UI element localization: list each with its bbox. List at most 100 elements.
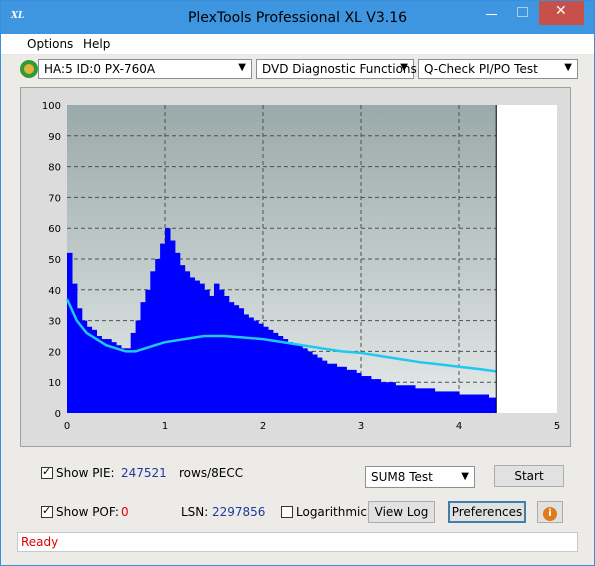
title-bar[interactable]: XL PlexTools Professional XL V3.16 ✕ [1, 1, 594, 34]
pie-bar [463, 394, 470, 413]
pie-bar [218, 289, 225, 413]
x-tick-label: 0 [64, 421, 70, 432]
app-window: XL PlexTools Professional XL V3.16 ✕ Opt… [0, 0, 595, 566]
y-tick-label: 60 [48, 224, 61, 235]
pie-bar [390, 382, 396, 413]
pie-bar [414, 388, 421, 413]
x-axis-ticks: 0 1 2 3 4 5 [64, 421, 560, 432]
chevron-down-icon: ▼ [564, 62, 572, 73]
minimize-button[interactable] [477, 1, 507, 25]
pie-bar [120, 348, 127, 413]
end-region [496, 105, 557, 413]
test-select-value: Q-Check PI/PO Test [424, 62, 538, 76]
chevron-down-icon: ▼ [461, 471, 469, 482]
pie-bar [468, 394, 475, 413]
check-icon: ✓ [42, 465, 52, 478]
menu-options[interactable]: Options [27, 37, 73, 51]
preferences-button[interactable]: Preferences [448, 501, 526, 523]
pie-bar [277, 336, 284, 413]
pie-bar [253, 320, 259, 413]
show-pie-checkbox[interactable]: ✓ [41, 465, 53, 479]
menu-help[interactable]: Help [83, 37, 110, 51]
maximize-button[interactable] [507, 1, 537, 25]
pie-bar [483, 394, 489, 413]
pie-bar [91, 329, 97, 413]
pie-bar [385, 382, 391, 413]
pie-bar [380, 382, 387, 413]
y-axis-ticks: 0 10 20 30 40 50 60 70 80 90 100 [42, 101, 61, 420]
pie-bar [424, 388, 431, 413]
pie-bar [160, 243, 166, 413]
pie-bar [67, 252, 73, 413]
y-tick-label: 80 [48, 163, 61, 174]
pie-bar [116, 345, 122, 413]
pie-bar [331, 363, 338, 413]
pie-bar [214, 283, 220, 413]
logarithmic-checkbox[interactable] [281, 506, 293, 518]
show-pie-label: Show PIE: [56, 466, 115, 480]
pie-bar [459, 394, 465, 413]
pie-bar [316, 357, 323, 413]
pie-bar [429, 388, 436, 413]
pie-bar [258, 323, 264, 413]
pie-bar [454, 391, 460, 413]
x-tick-label: 3 [358, 421, 364, 432]
pie-bar [370, 379, 377, 413]
poe-value: 0 [121, 505, 129, 519]
pie-bar [199, 283, 205, 413]
pie-bar [336, 366, 342, 413]
show-poe-checkbox[interactable]: ✓ [41, 504, 53, 518]
menu-bar: Options Help [1, 34, 594, 55]
pie-bar [106, 339, 112, 413]
pie-bar [140, 302, 146, 413]
pie-bar [307, 351, 313, 413]
drive-disc-icon [20, 60, 38, 78]
y-tick-label: 0 [55, 409, 61, 420]
pie-bar [194, 280, 200, 413]
drive-select[interactable]: HA:5 ID:0 PX-760A ▼ [38, 59, 252, 79]
y-tick-label: 20 [48, 347, 61, 358]
test-select[interactable]: Q-Check PI/PO Test ▼ [418, 59, 578, 79]
x-tick-label: 5 [554, 421, 560, 432]
lsn-label: LSN: [181, 505, 209, 519]
pie-bar [135, 320, 142, 413]
pie-bar [272, 332, 279, 413]
y-tick-label: 100 [42, 101, 61, 112]
minimize-icon [486, 14, 497, 15]
x-tick-label: 1 [162, 421, 168, 432]
check-icon: ✓ [42, 504, 52, 517]
pie-bar [321, 360, 328, 413]
pie-bar [312, 354, 318, 413]
close-button[interactable]: ✕ [539, 1, 584, 25]
pie-bar [165, 228, 171, 413]
sum-test-select[interactable]: SUM8 Test ▼ [365, 466, 475, 488]
pi-po-chart: 0 10 20 30 40 50 60 70 80 90 100 0 1 2 3 4 5 [42, 101, 560, 432]
rows-label: rows/8ECC [179, 466, 244, 480]
pie-bar [86, 326, 93, 413]
pie-bar [155, 259, 161, 413]
info-button[interactable]: i [537, 501, 563, 523]
start-button[interactable]: Start [494, 465, 564, 487]
y-tick-label: 30 [48, 317, 61, 328]
pie-bar [419, 388, 426, 413]
status-text: Ready [21, 535, 59, 549]
function-select[interactable]: DVD Diagnostic Functions ▼ [256, 59, 417, 79]
pie-bar [473, 394, 480, 413]
pie-bar [130, 332, 137, 413]
pie-bar [405, 385, 411, 413]
y-tick-label: 10 [48, 378, 61, 389]
pie-bar [478, 394, 485, 413]
pie-bar [439, 391, 445, 413]
lsn-value: 2297856 [212, 505, 266, 519]
pie-bar [169, 240, 176, 413]
pie-bar [361, 376, 367, 413]
y-tick-label: 90 [48, 132, 61, 143]
pie-bar [365, 376, 372, 413]
chevron-down-icon: ▼ [400, 62, 408, 73]
pie-bar [71, 283, 78, 413]
pie-value: 247521 [121, 466, 167, 480]
view-log-button[interactable]: View Log [368, 501, 435, 523]
pie-bar [81, 320, 88, 413]
drive-select-value: HA:5 ID:0 PX-760A [44, 62, 156, 76]
pie-bar [395, 385, 401, 413]
